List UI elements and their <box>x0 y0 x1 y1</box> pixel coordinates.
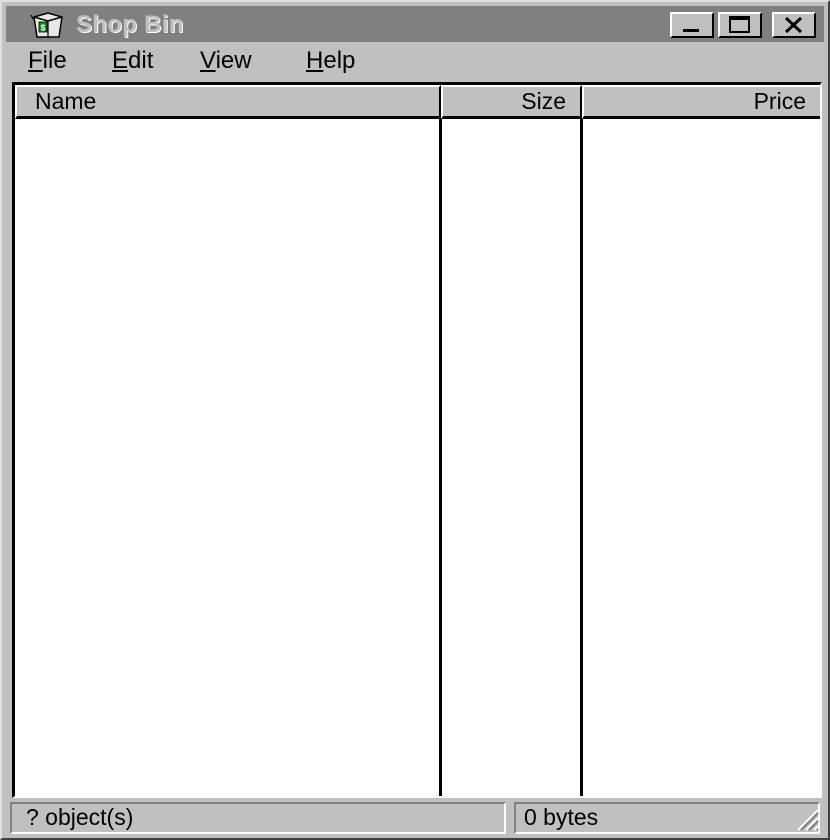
column-header-name[interactable]: Name <box>15 85 441 119</box>
minimize-icon <box>683 29 699 32</box>
maximize-button[interactable] <box>718 12 762 38</box>
menu-file[interactable]: File <box>28 47 67 75</box>
column-header-price[interactable]: Price <box>582 85 820 119</box>
menu-view[interactable]: View <box>200 47 252 75</box>
column-header-size[interactable]: Size <box>441 85 582 119</box>
shop-bin-window: $ Shop Bin File Edit View Help Name Size… <box>0 0 830 840</box>
close-icon <box>784 16 803 34</box>
maximize-icon <box>729 16 750 33</box>
column-divider <box>439 119 442 796</box>
status-bar: ? object(s) 0 bytes <box>6 800 824 836</box>
close-button[interactable] <box>772 12 816 38</box>
resize-grip-icon[interactable] <box>792 804 820 832</box>
minimize-button[interactable] <box>670 12 714 38</box>
svg-text:$: $ <box>41 24 46 33</box>
window-title: Shop Bin <box>76 11 184 38</box>
status-object-count: ? object(s) <box>10 802 506 834</box>
item-list[interactable]: Name Size Price <box>12 82 822 798</box>
menu-help[interactable]: Help <box>306 47 355 75</box>
menu-bar: File Edit View Help <box>6 44 824 80</box>
column-divider <box>580 119 583 796</box>
title-bar[interactable]: $ Shop Bin <box>6 6 824 42</box>
status-byte-count: 0 bytes <box>514 802 820 834</box>
menu-edit[interactable]: Edit <box>112 47 153 75</box>
recycle-bin-icon: $ <box>30 12 63 38</box>
